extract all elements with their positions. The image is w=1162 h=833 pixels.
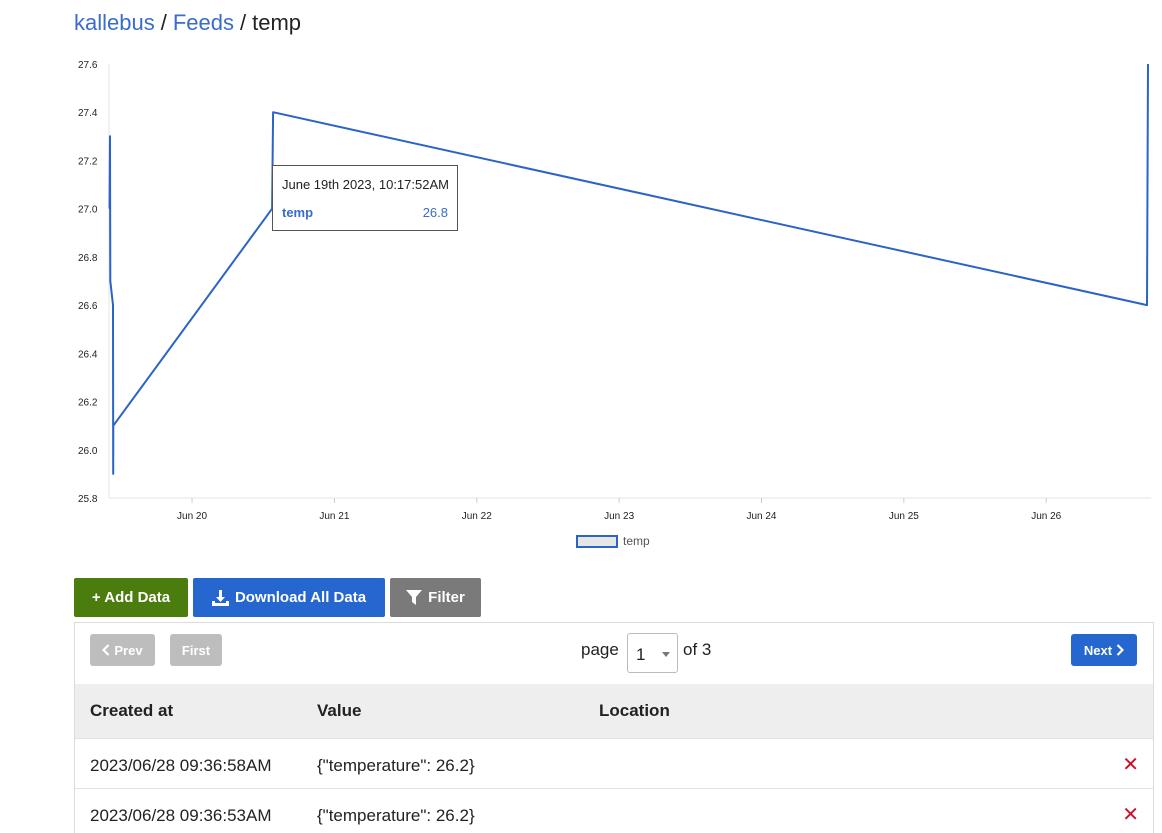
tooltip-date: June 19th 2023, 10:17:52AM <box>282 177 449 192</box>
download-icon <box>211 589 229 606</box>
header-value[interactable]: Value <box>317 701 361 721</box>
x-tick-label: Jun 26 <box>1031 511 1061 522</box>
data-point[interactable] <box>111 423 116 428</box>
table-header: Created at Value Location <box>75 684 1153 738</box>
series-line-temp <box>108 63 1149 475</box>
filter-button[interactable]: Filter <box>390 578 481 617</box>
data-point[interactable] <box>1145 303 1150 308</box>
legend-label[interactable]: temp <box>623 534 650 548</box>
data-panel: Prev First page 1 of 3 Next Created at V… <box>74 622 1154 833</box>
page-select-value: 1 <box>636 645 646 664</box>
breadcrumb-current: temp <box>252 10 302 35</box>
x-tick-label: Jun 21 <box>319 511 349 522</box>
next-page-button[interactable]: Next <box>1071 634 1137 666</box>
table-row: 2023/06/28 09:36:58AM {"temperature": 26… <box>75 738 1153 788</box>
y-tick-label: 25.8 <box>78 494 98 505</box>
feed-chart[interactable]: 27.6 27.4 27.2 27.0 26.8 26.6 26.4 26.2 26.0 25.8… <box>0 50 1162 560</box>
data-point[interactable] <box>107 206 112 211</box>
download-all-data-label: Download All Data <box>234 589 367 606</box>
filter-label: Filter <box>428 589 465 606</box>
x-tick-label: Jun 23 <box>604 511 634 522</box>
caret-down-icon <box>662 652 670 657</box>
y-tick-label: 26.2 <box>78 398 98 409</box>
tooltip-series-name: temp <box>282 205 314 220</box>
data-point[interactable] <box>110 303 115 308</box>
breadcrumb-separator: / <box>240 10 247 35</box>
y-tick-label: 27.4 <box>78 108 98 119</box>
download-all-data-button[interactable]: Download All Data <box>193 578 385 617</box>
next-page-label: Next <box>1083 642 1113 658</box>
breadcrumb-feeds-link[interactable]: Feeds <box>173 10 234 35</box>
row-created-at: 2023/06/28 09:36:58AM <box>90 756 272 775</box>
page-select[interactable]: 1 <box>627 633 678 673</box>
header-created-at[interactable]: Created at <box>90 701 173 721</box>
breadcrumb-user-link[interactable]: kallebus <box>74 10 155 35</box>
header-location[interactable]: Location <box>599 701 670 721</box>
y-axis: 27.6 27.4 27.2 27.0 26.8 26.6 26.4 26.2 26.0 25.8 <box>78 60 110 505</box>
tooltip-value: 26.8 <box>422 205 448 220</box>
x-tick-label: Jun 24 <box>746 511 776 522</box>
y-tick-label: 26.4 <box>78 349 98 360</box>
chevron-left-icon <box>102 644 110 656</box>
series-layer <box>107 62 1151 476</box>
chevron-right-icon <box>1116 644 1125 656</box>
y-tick-label: 27.6 <box>78 60 98 71</box>
table-row: 2023/06/28 09:36:53AM {"temperature": 26… <box>75 788 1153 833</box>
y-tick-label: 26.6 <box>78 301 98 312</box>
prev-page-button[interactable]: Prev <box>90 634 155 666</box>
y-tick-label: 27.2 <box>78 156 98 167</box>
filter-icon <box>406 590 423 605</box>
y-tick-label: 27.0 <box>78 205 98 216</box>
data-point[interactable] <box>107 134 112 139</box>
delete-icon[interactable]: ✕ <box>1122 802 1139 827</box>
data-point[interactable] <box>111 471 116 476</box>
data-point[interactable] <box>1146 62 1151 67</box>
add-data-button[interactable]: + Add Data <box>74 578 188 617</box>
x-tick-label: Jun 25 <box>889 511 919 522</box>
row-created-at: 2023/06/28 09:36:53AM <box>90 806 272 825</box>
breadcrumb: kallebus / Feeds / temp <box>74 9 301 37</box>
x-axis: Jun 20 Jun 21 Jun 22 Jun 23 Jun 24 Jun 25 Jun … <box>109 497 1151 522</box>
first-page-label: First <box>181 642 211 658</box>
prev-page-label: Prev <box>114 642 143 658</box>
breadcrumb-separator: / <box>160 10 167 35</box>
data-point[interactable] <box>271 110 276 115</box>
page-count: of 3 <box>683 640 712 659</box>
x-tick-label: Jun 20 <box>177 511 207 522</box>
legend-swatch[interactable] <box>576 535 618 548</box>
first-page-button[interactable]: First <box>170 634 222 666</box>
y-tick-label: 26.0 <box>78 446 98 457</box>
data-point[interactable] <box>108 279 113 284</box>
y-tick-label: 26.8 <box>78 253 98 264</box>
x-tick-label: Jun 22 <box>462 511 492 522</box>
row-value: {"temperature": 26.2} <box>317 756 475 775</box>
add-data-label: + Add Data <box>91 589 171 606</box>
row-value: {"temperature": 26.2} <box>317 806 475 825</box>
chart-tooltip: June 19th 2023, 10:17:52AM temp 26.8 <box>272 165 458 231</box>
delete-icon[interactable]: ✕ <box>1122 752 1139 777</box>
chart-legend[interactable]: temp <box>576 534 650 548</box>
page-label: page <box>581 640 619 659</box>
